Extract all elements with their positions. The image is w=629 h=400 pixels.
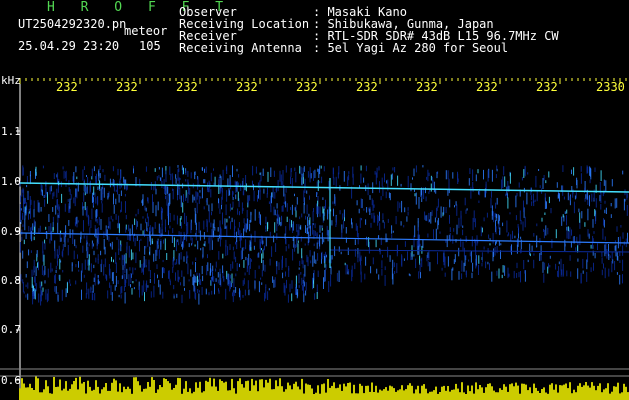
y-unit-label: kHz — [1, 74, 21, 87]
y-tick-label: 0.7 — [1, 323, 21, 336]
carrier-line — [19, 182, 629, 193]
spectrogram — [0, 78, 629, 400]
x-tick-label: 232 — [536, 80, 558, 94]
y-tick-label: 0.6 — [1, 374, 21, 387]
x-tick-label: 232 — [56, 80, 78, 94]
x-tick-label: 232 — [476, 80, 498, 94]
x-tick-label: 232 — [416, 80, 438, 94]
antenna-value: : 5el Yagi Az 280 for Seoul — [313, 41, 509, 55]
mode-label: meteor — [124, 24, 168, 38]
x-tick-label: 232 — [116, 80, 138, 94]
carrier-line — [19, 232, 629, 244]
y-tick-label: 1.1 — [1, 125, 21, 138]
x-tick-label: 232 — [296, 80, 318, 94]
filename: UT2504292320.pn — [18, 17, 127, 31]
y-tick-label: 0.9 — [1, 225, 21, 238]
x-tick-label: 232 — [236, 80, 258, 94]
x-tick-label: 2330 — [596, 80, 625, 94]
x-tick-label: 232 — [356, 80, 378, 94]
x-tick-label: 232 — [176, 80, 198, 94]
hrofft-window: H R O F F T UT2504292320.pn meteor 25.04… — [0, 0, 629, 400]
antenna-label: Receiving Antenna — [179, 41, 302, 55]
carrier-line — [329, 249, 629, 253]
datetime: 25.04.29 23:20 — [18, 39, 120, 53]
y-tick-label: 0.8 — [1, 274, 21, 287]
y-tick-label: 1.0 — [1, 175, 21, 188]
count: 105 — [139, 39, 161, 53]
